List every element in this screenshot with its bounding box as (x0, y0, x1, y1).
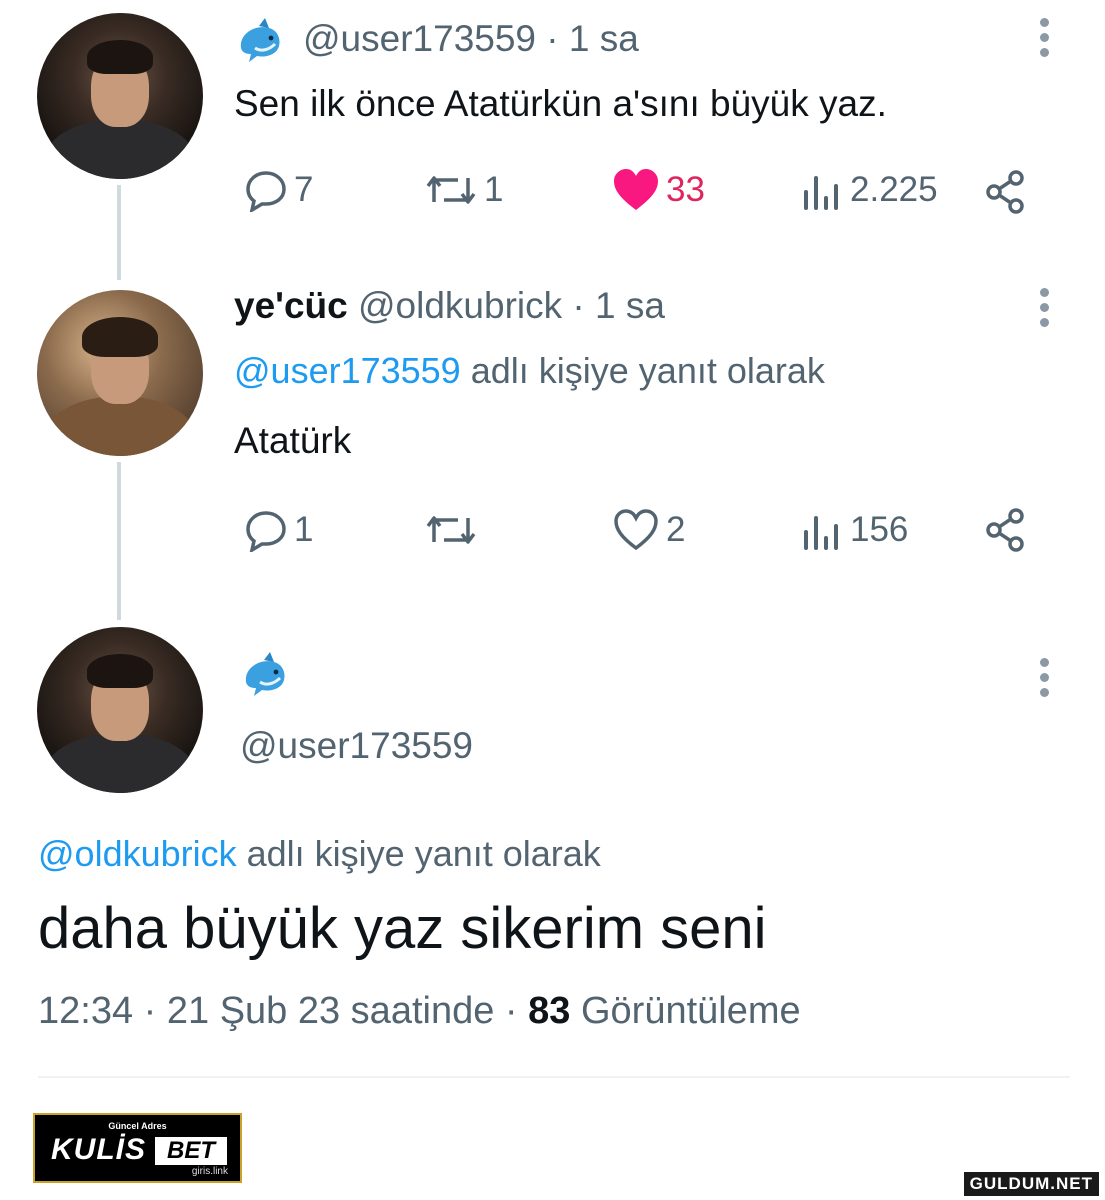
reply-button[interactable]: 7 (244, 168, 313, 212)
retweet-button[interactable]: 1 (424, 168, 503, 212)
like-button[interactable]: 2 (612, 508, 685, 552)
share-icon[interactable] (984, 508, 1028, 552)
views-label: Görüntüleme (580, 990, 801, 1032)
user-handle[interactable]: @user173559 (303, 18, 536, 59)
reply-icon (246, 511, 286, 552)
tweet-header: @user173559 · 1 sa (303, 18, 639, 60)
tweet-time[interactable]: · 1 sa (546, 18, 639, 59)
tweet-text: Sen ilk önce Atatürkün a'sını büyük yaz. (234, 83, 887, 124)
heart-icon (614, 509, 658, 551)
views-count: 156 (850, 510, 909, 549)
tweet-meta: 12:34 · 21 Şub 23 saatinde · 83 Görüntül… (38, 990, 801, 1033)
tweet-header: ye'cüc @oldkubrick · 1 sa (234, 285, 665, 327)
more-options-icon[interactable] (1040, 18, 1052, 63)
more-options-icon[interactable] (1040, 658, 1052, 703)
views-icon (804, 516, 838, 550)
dolphin-emoji-icon (245, 652, 285, 696)
reply-count: 1 (294, 510, 314, 549)
reply-icon (246, 171, 286, 212)
ad-tagline: Güncel Adres (108, 1121, 167, 1131)
views-button[interactable]: 2.225 (800, 168, 938, 212)
reply-suffix: adlı kişiye yanıt olarak (470, 350, 825, 391)
user-display-name[interactable]: ye'cüc (234, 285, 348, 326)
kulisbet-ad-logo[interactable]: Güncel Adres KULİS BET giris.link (33, 1113, 242, 1183)
avatar[interactable] (37, 627, 203, 793)
more-options-icon[interactable] (1040, 288, 1052, 333)
divider (38, 1076, 1070, 1078)
share-icon[interactable] (984, 170, 1028, 214)
reply-context: @oldkubrick adlı kişiye yanıt olarak (38, 833, 601, 875)
retweet-icon (426, 176, 476, 204)
views-button[interactable]: 156 (800, 508, 908, 552)
mention-link[interactable]: @oldkubrick (38, 833, 237, 874)
tweet-timestamp[interactable]: 12:34 · 21 Şub 23 saatinde · (38, 990, 518, 1032)
like-button[interactable]: 33 (612, 168, 705, 212)
retweet-button[interactable] (424, 508, 484, 552)
reply-context: @user173559 adlı kişiye yanıt olarak (234, 350, 825, 392)
views-count: 83 (528, 990, 571, 1032)
avatar[interactable] (37, 13, 203, 179)
ad-link: giris.link (191, 1166, 228, 1177)
avatar[interactable] (37, 290, 203, 456)
user-handle[interactable]: @user173559 (240, 725, 473, 767)
thread-connector (117, 185, 121, 280)
retweet-icon (426, 516, 476, 544)
user-handle[interactable]: @oldkubrick (358, 285, 562, 326)
ad-brand: KULİS (51, 1133, 146, 1166)
retweet-count: 1 (484, 170, 504, 209)
dolphin-emoji-icon (240, 18, 280, 62)
like-count: 2 (666, 510, 686, 549)
like-count: 33 (666, 170, 705, 209)
tweet-time[interactable]: · 1 sa (572, 285, 665, 326)
mention-link[interactable]: @user173559 (234, 350, 461, 391)
views-icon (804, 176, 838, 210)
reply-suffix: adlı kişiye yanıt olarak (246, 833, 601, 874)
watermark: GULDUM.NET (963, 1172, 1099, 1196)
heart-filled-icon (614, 169, 658, 210)
tweet-text: Atatürk (234, 420, 352, 461)
tweet-text: daha büyük yaz sikerim seni (38, 896, 767, 961)
reply-count: 7 (294, 170, 314, 209)
views-count: 2.225 (850, 170, 938, 209)
ad-brand-suffix: BET (155, 1137, 227, 1165)
reply-button[interactable]: 1 (244, 508, 313, 552)
thread-connector (117, 462, 121, 620)
